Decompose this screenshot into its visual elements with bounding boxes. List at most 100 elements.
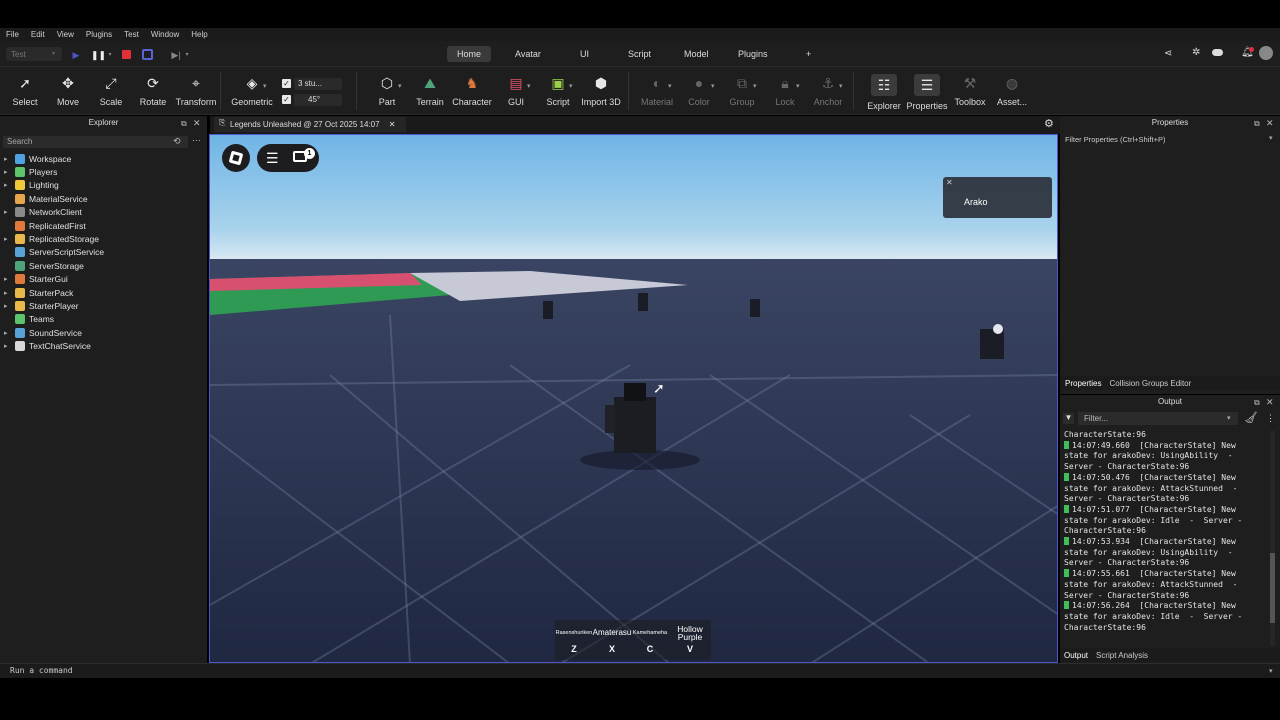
anchor-tool[interactable]: ⚓︎ Anchor — [806, 74, 850, 114]
chevron-down-icon[interactable]: ▾ — [104, 49, 116, 61]
explorer-item[interactable]: ▸ Lighting — [0, 179, 207, 192]
explorer-item[interactable]: Teams — [0, 313, 207, 326]
expand-arrow-icon[interactable]: ▸ — [4, 181, 12, 189]
cloud-icon[interactable] — [1212, 49, 1223, 56]
group-tool[interactable]: ⧉ Group — [720, 74, 764, 114]
expand-arrow-icon[interactable]: ▸ — [4, 155, 12, 163]
add-tab-button[interactable]: + — [796, 46, 821, 62]
toolbox-toggle[interactable]: ⚒ Toolbox — [948, 74, 992, 114]
tab-ui[interactable]: UI — [570, 46, 599, 62]
player-list-name[interactable]: Arako — [964, 197, 988, 207]
rotate-snap-checkbox[interactable]: ✓ — [282, 95, 291, 104]
tab-output[interactable]: Output — [1060, 651, 1092, 660]
menu-file[interactable]: File — [6, 30, 19, 39]
chevron-down-icon[interactable]: ▾ — [527, 82, 531, 90]
explorer-toggle[interactable]: ☷ Explorer — [862, 74, 906, 114]
explorer-item[interactable]: ▸ StarterPlayer — [0, 299, 207, 312]
properties-toggle[interactable]: ☰ Properties — [905, 74, 949, 114]
hotbar-slot[interactable]: Hollow Purple V — [669, 620, 711, 656]
menu-test[interactable]: Test — [124, 30, 139, 39]
chevron-down-icon[interactable]: ▾ — [796, 82, 800, 90]
chevron-down-icon[interactable]: ▾ — [263, 82, 267, 90]
gear-icon[interactable]: ⚙ — [1044, 117, 1054, 130]
chevron-down-icon[interactable]: ▾ — [1269, 134, 1273, 142]
clear-output-icon[interactable]: 🧹︎ — [1244, 411, 1258, 424]
explorer-item[interactable]: ▸ NetworkClient — [0, 206, 207, 219]
chevron-down-icon[interactable]: ▾ — [181, 49, 193, 61]
scrollbar-thumb[interactable] — [1270, 553, 1275, 623]
tab-script-analysis[interactable]: Script Analysis — [1092, 651, 1152, 660]
tab-collision-groups[interactable]: Collision Groups Editor — [1106, 379, 1194, 388]
expand-arrow-icon[interactable]: ▸ — [4, 208, 12, 216]
command-bar[interactable]: Run a command — [0, 663, 1280, 678]
client-server-icon[interactable] — [142, 49, 153, 60]
menu-help[interactable]: Help — [191, 30, 207, 39]
chevron-down-icon[interactable]: ▾ — [753, 82, 757, 90]
expand-arrow-icon[interactable]: ▸ — [4, 302, 12, 310]
explorer-item[interactable]: ▸ StarterPack — [0, 286, 207, 299]
character-tool[interactable]: ♞ Character — [450, 74, 494, 114]
history-icon[interactable]: ⟲ — [173, 136, 181, 147]
chevron-down-icon[interactable]: ▾ — [569, 82, 573, 90]
explorer-item[interactable]: ReplicatedFirst — [0, 219, 207, 232]
pause-icon[interactable]: ❚❚ — [91, 49, 106, 61]
scrollbar[interactable] — [1270, 431, 1275, 646]
chevron-down-icon[interactable]: ▾ — [1227, 414, 1231, 422]
more-icon[interactable]: ⋮ — [1266, 413, 1275, 424]
transform-tool[interactable]: ⌖ Transform — [174, 74, 218, 114]
expand-arrow-icon[interactable]: ▸ — [4, 289, 12, 297]
tab-script[interactable]: Script — [618, 46, 661, 62]
share-icon[interactable]: ⋖ — [1164, 48, 1172, 59]
explorer-item[interactable]: ServerScriptService — [0, 246, 207, 259]
chevron-down-icon[interactable]: ▾ — [839, 82, 843, 90]
hotbar-slot[interactable]: Rasenshuriken Z — [555, 620, 593, 656]
menu-edit[interactable]: Edit — [31, 30, 45, 39]
terrain-tool[interactable]: ⛰ Terrain — [408, 74, 452, 114]
popout-icon[interactable]: ⧉ — [181, 119, 187, 129]
properties-filter-input[interactable]: Filter Properties (Ctrl+Shift+P) — [1065, 135, 1165, 144]
move-tool[interactable]: ✥ Move — [46, 74, 90, 114]
tab-avatar[interactable]: Avatar — [505, 46, 551, 62]
tab-model[interactable]: Model — [674, 46, 719, 62]
popout-icon[interactable]: ⧉ — [1254, 398, 1260, 408]
avatar[interactable] — [1259, 46, 1273, 60]
game-viewport[interactable] — [209, 134, 1058, 663]
material-tool[interactable]: ◐ Material — [635, 74, 679, 114]
popout-icon[interactable]: ⧉ — [1254, 119, 1260, 129]
gui-tool[interactable]: ▤ GUI — [494, 74, 538, 114]
script-tool[interactable]: ▣ Script — [536, 74, 580, 114]
part-tool[interactable]: ⬡ Part — [365, 74, 409, 114]
more-icon[interactable]: ⋯ — [192, 135, 201, 146]
play-icon[interactable]: ▶ — [70, 49, 82, 61]
explorer-item[interactable]: ▸ Players — [0, 165, 207, 178]
import-3d-tool[interactable]: ⬢ Import 3D — [578, 74, 624, 114]
close-icon[interactable]: ✕ — [1266, 397, 1274, 408]
expand-arrow-icon[interactable]: ▸ — [4, 168, 12, 176]
chevron-down-icon[interactable]: ▾ — [398, 82, 402, 90]
geometric-tool[interactable]: ◈ Geometric — [230, 74, 274, 114]
tab-place[interactable]: Legends Unleashed @ 27 Oct 2025 14:07 ✕ — [214, 117, 406, 132]
close-icon[interactable]: ✕ — [946, 178, 953, 187]
chevron-down-icon[interactable]: ▾ — [711, 82, 715, 90]
menu-window[interactable]: Window — [151, 30, 179, 39]
hotbar-slot[interactable]: Kamehameha C — [631, 620, 669, 656]
output-filter-input[interactable]: Filter... — [1078, 412, 1238, 425]
chevron-down-icon[interactable]: ▾ — [1269, 667, 1273, 675]
tab-home[interactable]: Home — [447, 46, 492, 62]
scale-tool[interactable]: ⤢ Scale — [89, 74, 133, 114]
expand-arrow-icon[interactable]: ▸ — [4, 235, 12, 243]
move-snap-checkbox[interactable]: ✓ — [282, 79, 291, 88]
explorer-item[interactable]: MaterialService — [0, 192, 207, 205]
hotbar-slot[interactable]: Amaterasu X — [593, 620, 632, 656]
explorer-item[interactable]: ▸ TextChatService — [0, 340, 207, 353]
select-tool[interactable]: ➚ Select — [3, 74, 47, 114]
lock-tool[interactable]: 🔒︎ Lock — [763, 74, 807, 114]
color-tool[interactable]: ● Color — [677, 74, 721, 114]
collaborate-icon[interactable]: ✲ — [1192, 47, 1200, 58]
chevron-down-icon[interactable]: ▾ — [668, 82, 672, 90]
explorer-item[interactable]: ▸ ReplicatedStorage — [0, 232, 207, 245]
menu-view[interactable]: View — [57, 30, 74, 39]
explorer-item[interactable]: ▸ SoundService — [0, 326, 207, 339]
stop-icon[interactable] — [122, 50, 131, 59]
close-icon[interactable]: ✕ — [1266, 118, 1274, 129]
